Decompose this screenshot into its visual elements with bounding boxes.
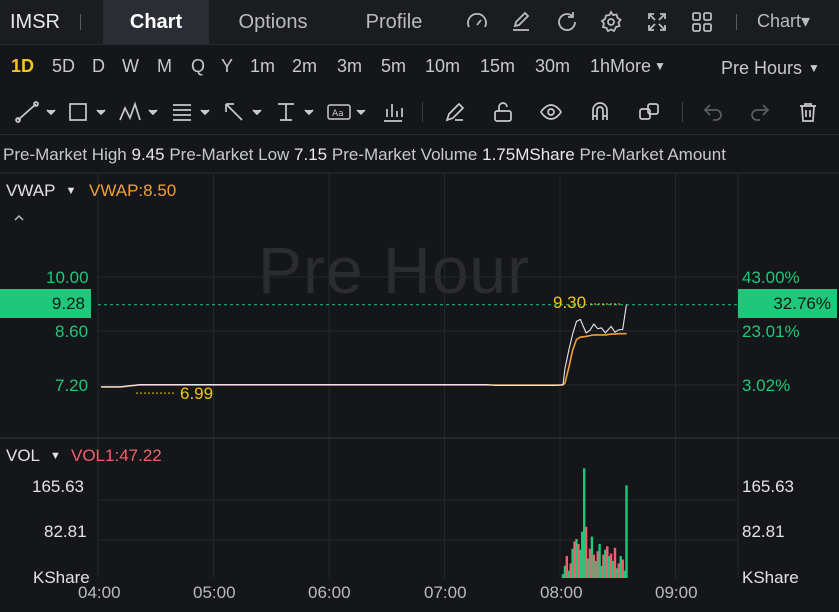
volume-tick-label: 165.63 xyxy=(742,477,794,496)
price-tick-label: 8.60 xyxy=(55,322,89,341)
volume-tick-label: 165.63 xyxy=(32,477,84,496)
price-tick-label: 7.20 xyxy=(55,376,89,395)
percent-tick-label: 23.01% xyxy=(742,322,800,341)
time-tick-label: 09:00 xyxy=(655,583,698,602)
percent-tick-label: 3.02% xyxy=(742,376,791,395)
volume-tick-label: 82.81 xyxy=(44,522,87,541)
vwap-series-line xyxy=(101,332,627,388)
time-tick-label: 04:00 xyxy=(78,583,121,602)
collapse-chevron-icon[interactable] xyxy=(12,211,26,225)
price-tick-label: 10.00 xyxy=(46,268,89,287)
percent-tick-label: 43.00% xyxy=(742,268,800,287)
volume-indicator-selector[interactable]: VOL ▼ xyxy=(6,446,61,466)
vol-indicator-value: VOL1:47.22 xyxy=(71,446,162,465)
time-tick-label: 07:00 xyxy=(424,583,467,602)
price-indicator-selector[interactable]: VWAP ▼ xyxy=(6,181,76,201)
low-marker-label: 6.99 xyxy=(180,384,214,403)
vwap-indicator-name: VWAP xyxy=(6,181,56,200)
time-tick-label: 08:00 xyxy=(540,583,583,602)
price-series-line xyxy=(101,303,628,388)
volume-bar xyxy=(625,485,628,578)
volume-unit-label: KShare xyxy=(742,568,799,587)
current-price-badge: 9.28 xyxy=(0,289,91,318)
vwap-indicator-value: VWAP:8.50 xyxy=(89,181,177,200)
time-tick-label: 05:00 xyxy=(193,583,236,602)
high-marker-label: 9.30 xyxy=(553,293,587,312)
time-tick-label: 06:00 xyxy=(308,583,351,602)
volume-tick-label: 82.81 xyxy=(742,522,785,541)
caret-down-icon: ▼ xyxy=(65,185,77,197)
caret-down-icon: ▼ xyxy=(50,450,61,462)
price-chart[interactable] xyxy=(0,0,839,612)
vol-indicator-name: VOL xyxy=(6,446,41,465)
current-percent-badge: 32.76% xyxy=(738,289,837,318)
